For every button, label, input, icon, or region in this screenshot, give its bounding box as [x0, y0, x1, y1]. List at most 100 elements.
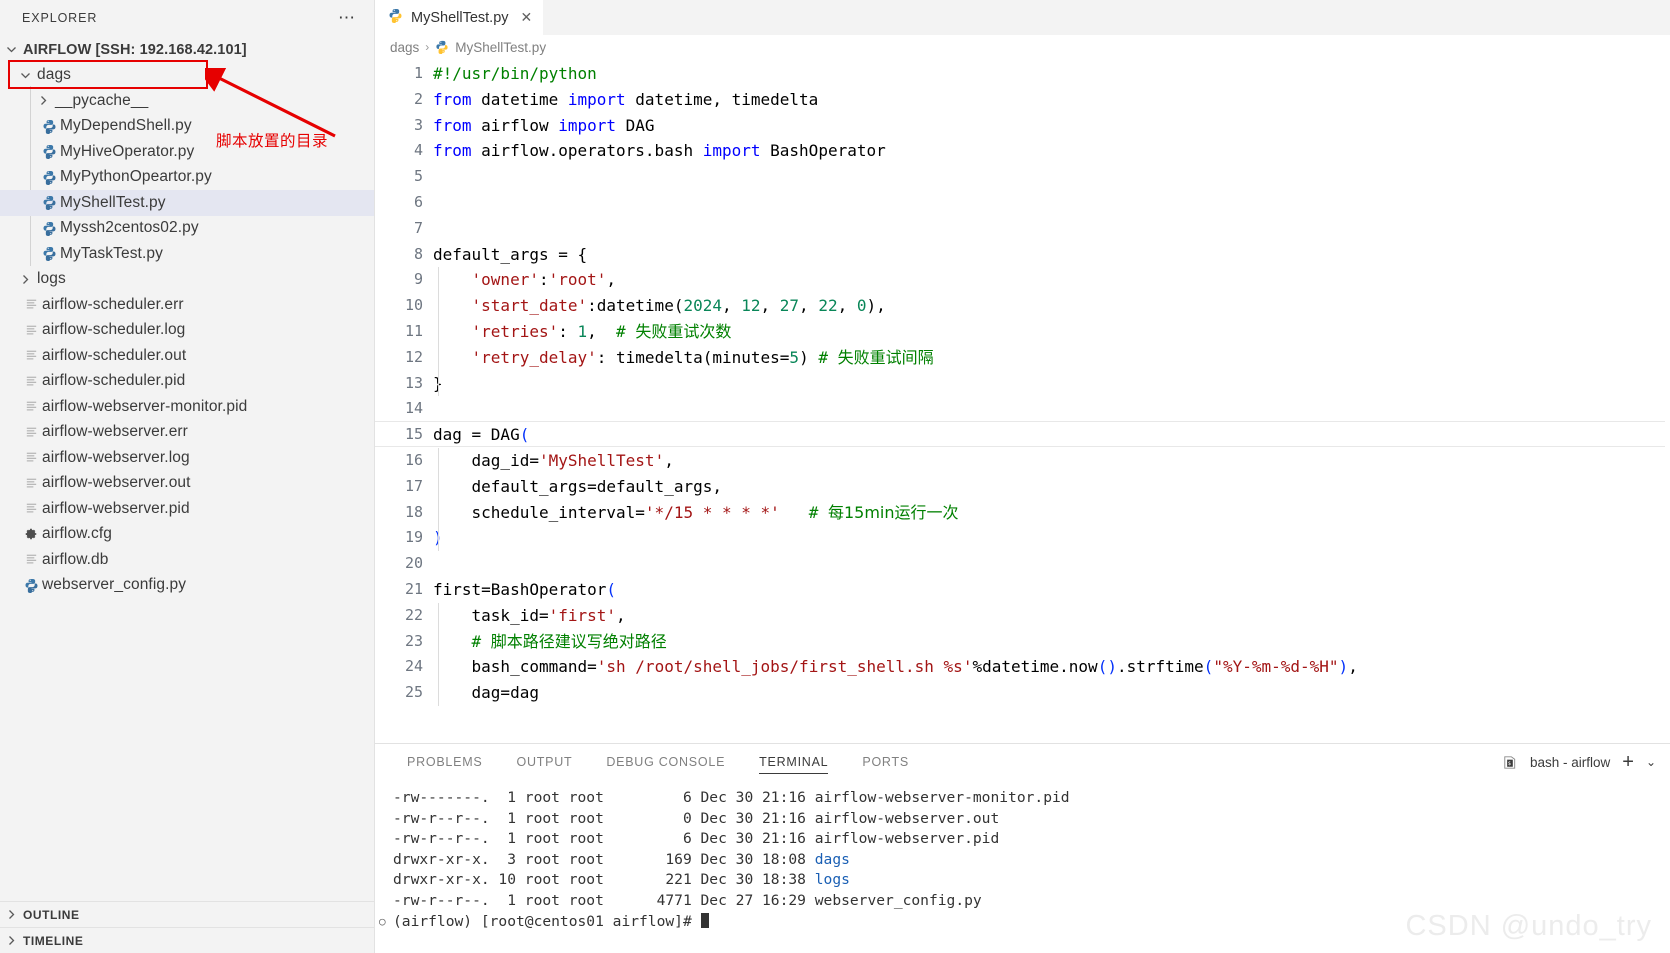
line-number: 25 — [404, 683, 423, 702]
code-line[interactable]: dag_id='MyShellTest', — [433, 448, 1670, 474]
chevron-right-icon — [6, 909, 23, 920]
code-line[interactable]: } — [433, 371, 1670, 397]
code-line[interactable] — [433, 164, 1670, 190]
code-line[interactable]: 'retries': 1, # 失败重试次数 — [433, 319, 1670, 345]
code-line[interactable] — [433, 551, 1670, 577]
code-line[interactable] — [433, 396, 1670, 422]
tree-item-mypythonopeartor-py[interactable]: MyPythonOpeartor.py — [0, 165, 374, 191]
vscode-window: EXPLORER ⋯ AIRFLOW [SSH: 192.168.42.101]… — [0, 0, 1670, 953]
code-line[interactable]: dag=dag — [433, 680, 1670, 706]
explorer-title: EXPLORER — [22, 10, 98, 25]
panel-tab-output[interactable]: OUTPUT — [499, 744, 589, 780]
tree-item-label: airflow-scheduler.log — [42, 321, 186, 339]
tree-item-airflow-scheduler-out[interactable]: airflow-scheduler.out — [0, 343, 374, 369]
tree-item-label: airflow-scheduler.out — [42, 346, 187, 364]
tree-item-dags[interactable]: dags — [0, 63, 374, 89]
code-line[interactable]: from datetime import datetime, timedelta — [433, 87, 1670, 113]
gear-icon — [20, 527, 42, 541]
tree-item-label: airflow-webserver.log — [42, 448, 190, 466]
tree-item-logs[interactable]: logs — [0, 267, 374, 293]
line-number: 20 — [404, 554, 423, 573]
code-line[interactable]: #!/usr/bin/python — [433, 61, 1670, 87]
code-line[interactable]: from airflow import DAG — [433, 113, 1670, 139]
code-line[interactable]: first=BashOperator( — [433, 577, 1670, 603]
tree-item-airflow-webserver-err[interactable]: airflow-webserver.err — [0, 420, 374, 446]
sidebar-section-timeline[interactable]: TIMELINE — [0, 927, 374, 953]
tree-item-label: logs — [37, 270, 66, 288]
tree-item-airflow-cfg[interactable]: airflow.cfg — [0, 522, 374, 548]
tree-item-airflow-scheduler-pid[interactable]: airflow-scheduler.pid — [0, 369, 374, 395]
text-file-icon — [20, 399, 42, 414]
tree-item-pycache[interactable]: __pycache__ — [0, 88, 374, 114]
code-line[interactable] — [433, 190, 1670, 216]
code-line[interactable]: default_args = { — [433, 242, 1670, 268]
tree-item-label: MyTaskTest.py — [60, 244, 163, 262]
code-line[interactable]: 'retry_delay': timedelta(minutes=5) # 失败… — [433, 345, 1670, 371]
code-line[interactable]: 'owner':'root', — [433, 267, 1670, 293]
plus-icon[interactable]: + — [1622, 752, 1634, 772]
panel-tab-ports[interactable]: PORTS — [845, 744, 926, 780]
code-line[interactable]: ) — [433, 525, 1670, 551]
editor-tab-myshelltest[interactable]: MyShellTest.py ✕ — [375, 0, 545, 35]
close-icon[interactable]: ✕ — [521, 9, 533, 26]
code-line[interactable] — [433, 216, 1670, 242]
current-line-highlight — [375, 421, 1665, 447]
python-icon — [38, 119, 60, 134]
tree-item-airflow-webserver-monitor-pid[interactable]: airflow-webserver-monitor.pid — [0, 394, 374, 420]
breadcrumb-item-dags[interactable]: dags — [390, 40, 419, 55]
code-line[interactable]: 'start_date':datetime(2024, 12, 27, 22, … — [433, 293, 1670, 319]
tree-item-myshelltest-py[interactable]: MyShellTest.py — [0, 190, 374, 216]
code-content[interactable]: #!/usr/bin/python from datetime import da… — [375, 59, 1670, 743]
breadcrumb-item-file[interactable]: MyShellTest.py — [455, 40, 546, 55]
tree-item-airflow-webserver-out[interactable]: airflow-webserver.out — [0, 471, 374, 497]
tree-item-label: __pycache__ — [55, 91, 149, 109]
line-number: 16 — [404, 450, 423, 469]
indent-guide — [438, 602, 439, 706]
code-line[interactable]: bash_command='sh /root/shell_jobs/first_… — [433, 654, 1670, 680]
panel-actions: $ bash - airflow + ⌄ — [1501, 752, 1670, 772]
tree-item-label: dags — [37, 66, 72, 84]
chevron-down-icon[interactable]: ⌄ — [1646, 755, 1656, 769]
sidebar-section-timeline-label: TIMELINE — [23, 933, 84, 948]
terminal-line: -rw-r--r--. 1 root root 4771 Dec 27 16:2… — [393, 891, 982, 909]
chevron-right-icon[interactable] — [38, 95, 55, 106]
sidebar-section-outline[interactable]: OUTLINE — [0, 901, 374, 927]
tree-item-label: MyShellTest.py — [60, 193, 166, 211]
line-number: 12 — [404, 347, 423, 366]
code-line[interactable]: task_id='first', — [433, 603, 1670, 629]
line-number: 17 — [404, 476, 423, 495]
tree-item-mytasktest-py[interactable]: MyTaskTest.py — [0, 241, 374, 267]
line-number: 9 — [413, 270, 423, 289]
tree-item-webserver-config-py[interactable]: webserver_config.py — [0, 573, 374, 599]
line-number: 2 — [413, 89, 423, 108]
tree-item-airflow-webserver-log[interactable]: airflow-webserver.log — [0, 445, 374, 471]
tree-item-airflow-webserver-pid[interactable]: airflow-webserver.pid — [0, 496, 374, 522]
tree-root-airflow[interactable]: AIRFLOW [SSH: 192.168.42.101] — [0, 37, 374, 63]
indent-guide — [438, 267, 439, 397]
tree-item-label: airflow-scheduler.pid — [42, 372, 186, 390]
code-line[interactable]: # 脚本路径建议写绝对路径 — [433, 629, 1670, 655]
chevron-down-icon — [6, 44, 23, 55]
panel-tab-problems[interactable]: PROBLEMS — [390, 744, 499, 780]
main-area: MyShellTest.py ✕ dags › MyShellTest.py 1… — [375, 0, 1670, 953]
code-editor[interactable]: 1 2 3 4 5 6 7 8 9 10 11 12 13 14 15 16 17 18 19 20 21 22 23 24 2… — [375, 59, 1670, 743]
chevron-right-icon[interactable] — [20, 274, 37, 285]
code-line[interactable]: schedule_interval='*/15 * * * *' # 每15mi… — [433, 500, 1670, 526]
code-line[interactable]: from airflow.operators.bash import BashO… — [433, 138, 1670, 164]
terminal-output[interactable]: -rw-------. 1 root root 6 Dec 30 21:16 a… — [375, 780, 1670, 953]
file-tree[interactable]: AIRFLOW [SSH: 192.168.42.101] dags __pycac… — [0, 35, 374, 901]
code-line[interactable]: default_args=default_args, — [433, 474, 1670, 500]
chevron-down-icon[interactable] — [20, 70, 37, 81]
tree-item-airflow-scheduler-log[interactable]: airflow-scheduler.log — [0, 318, 374, 344]
tree-item-airflow-scheduler-err[interactable]: airflow-scheduler.err — [0, 292, 374, 318]
tree-item-airflow-db[interactable]: airflow.db — [0, 547, 374, 573]
tree-item-label: MyDependShell.py — [60, 117, 192, 135]
terminal-prompt[interactable]: ○ (airflow) [root@centos01 airflow]# — [379, 912, 1670, 933]
terminal-name-label[interactable]: bash - airflow — [1530, 755, 1610, 770]
tree-item-myssh2centos02-py[interactable]: Myssh2centos02.py — [0, 216, 374, 242]
ellipsis-icon[interactable]: ⋯ — [338, 9, 356, 26]
line-number: 14 — [404, 399, 423, 418]
panel-tab-terminal[interactable]: TERMINAL — [742, 744, 845, 780]
panel-tab-debug-console[interactable]: DEBUG CONSOLE — [589, 744, 742, 780]
tree-root-label: AIRFLOW [SSH: 192.168.42.101] — [23, 41, 247, 58]
